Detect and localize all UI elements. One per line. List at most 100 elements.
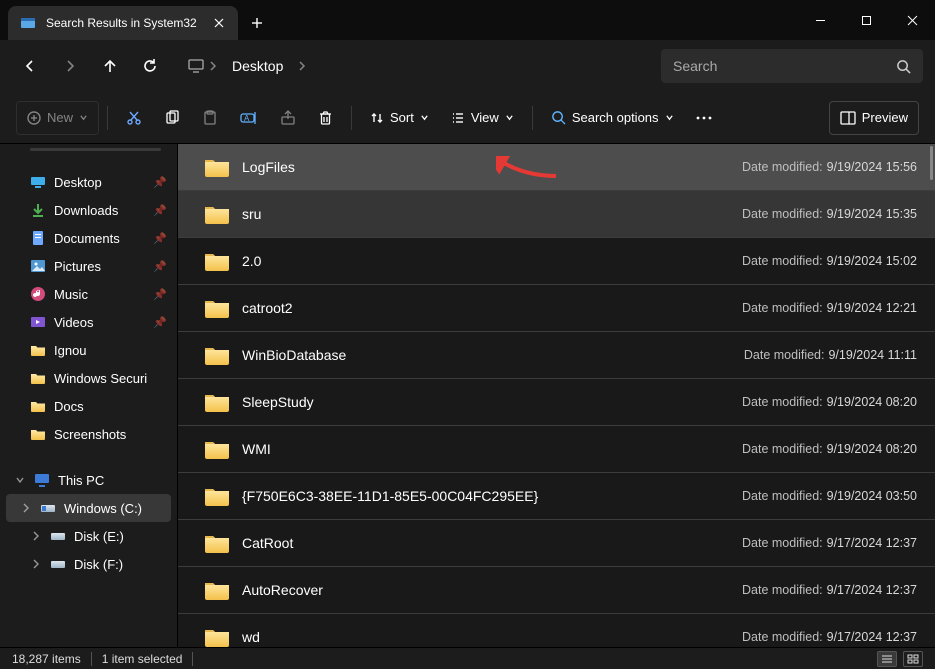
sidebar-item-downloads[interactable]: Downloads 📌	[0, 196, 177, 224]
downloads-icon	[30, 202, 46, 218]
chevron-right-icon[interactable]	[295, 61, 309, 71]
result-row[interactable]: LogFiles Date modified:9/19/2024 15:56	[178, 144, 935, 191]
status-bar: 18,287 items 1 item selected	[0, 647, 935, 669]
sidebar-item-music[interactable]: Music 📌	[0, 280, 177, 308]
delete-button[interactable]	[308, 101, 343, 135]
view-button[interactable]: View	[441, 101, 524, 135]
result-modified: Date modified:9/19/2024 15:02	[742, 254, 917, 268]
sidebar-item-videos[interactable]: Videos 📌	[0, 308, 177, 336]
preview-label: Preview	[862, 110, 908, 125]
new-button[interactable]: New	[16, 101, 99, 135]
result-row[interactable]: AutoRecover Date modified:9/17/2024 12:3…	[178, 567, 935, 614]
pin-icon: 📌	[153, 260, 167, 273]
tab-active[interactable]: Search Results in System32	[8, 6, 238, 40]
result-modified: Date modified:9/19/2024 15:56	[742, 160, 917, 174]
cut-button[interactable]	[116, 101, 152, 135]
sidebar-item-label: Docs	[54, 399, 84, 414]
separator	[107, 106, 108, 130]
result-row[interactable]: 2.0 Date modified:9/19/2024 15:02	[178, 238, 935, 285]
back-button[interactable]	[12, 48, 48, 84]
result-name: wd	[242, 629, 742, 645]
result-row[interactable]: catroot2 Date modified:9/19/2024 12:21	[178, 285, 935, 332]
sidebar-item-windows-c-[interactable]: Windows (C:)	[6, 494, 171, 522]
music-icon	[30, 286, 46, 302]
folder-icon	[204, 250, 230, 272]
more-button[interactable]	[686, 101, 722, 135]
preview-button[interactable]: Preview	[829, 101, 919, 135]
sidebar-item-documents[interactable]: Documents 📌	[0, 224, 177, 252]
sidebar-item-label: Desktop	[54, 175, 102, 190]
search-options-label: Search options	[572, 110, 659, 125]
search-options-button[interactable]: Search options	[541, 101, 684, 135]
sidebar-item-docs[interactable]: Docs	[0, 392, 177, 420]
chevron-right-icon[interactable]	[30, 559, 42, 569]
sidebar-item-label: Pictures	[54, 259, 101, 274]
copy-button[interactable]	[154, 101, 190, 135]
search-icon	[895, 58, 911, 74]
sidebar-item-label: Music	[54, 287, 88, 302]
sidebar-item-disk-f-[interactable]: Disk (F:)	[0, 550, 177, 578]
separator	[192, 652, 193, 666]
selection-count: 1 item selected	[102, 652, 183, 666]
up-button[interactable]	[92, 48, 128, 84]
view-label: View	[471, 110, 499, 125]
result-row[interactable]: {F750E6C3-38EE-11D1-85E5-00C04FC295EE} D…	[178, 473, 935, 520]
result-row[interactable]: SleepStudy Date modified:9/19/2024 08:20	[178, 379, 935, 426]
sidebar-item-ignou[interactable]: Ignou	[0, 336, 177, 364]
sort-label: Sort	[390, 110, 414, 125]
sort-button[interactable]: Sort	[360, 101, 439, 135]
result-row[interactable]: wd Date modified:9/17/2024 12:37	[178, 614, 935, 647]
result-modified: Date modified:9/17/2024 12:37	[742, 583, 917, 597]
rename-button[interactable]: A	[230, 101, 268, 135]
result-modified: Date modified:9/19/2024 03:50	[742, 489, 917, 503]
title-bar: Search Results in System32	[0, 0, 935, 40]
result-row[interactable]: sru Date modified:9/19/2024 15:35	[178, 191, 935, 238]
close-window-button[interactable]	[889, 0, 935, 40]
details-view-button[interactable]	[877, 651, 897, 667]
breadcrumb-item[interactable]: Desktop	[222, 54, 293, 78]
pin-icon: 📌	[153, 316, 167, 329]
close-tab-button[interactable]	[212, 16, 226, 30]
chevron-right-icon[interactable]	[206, 61, 220, 71]
explorer-icon	[20, 15, 36, 31]
chevron-right-icon[interactable]	[20, 503, 32, 513]
sidebar-item-this-pc[interactable]: This PC	[0, 466, 177, 494]
chevron-down-icon[interactable]	[14, 475, 26, 485]
folder-icon	[204, 438, 230, 460]
chevron-right-icon[interactable]	[30, 531, 42, 541]
forward-button[interactable]	[52, 48, 88, 84]
results-pane[interactable]: LogFiles Date modified:9/19/2024 15:56 s…	[178, 144, 935, 647]
folder-icon	[30, 426, 46, 442]
new-tab-button[interactable]	[238, 6, 276, 40]
sidebar-item-screenshots[interactable]: Screenshots	[0, 420, 177, 448]
result-name: catroot2	[242, 300, 742, 316]
folder-icon	[204, 297, 230, 319]
folder-icon	[204, 156, 230, 178]
share-button[interactable]	[270, 101, 306, 135]
result-row[interactable]: WinBioDatabase Date modified:9/19/2024 1…	[178, 332, 935, 379]
sidebar-item-label: Disk (E:)	[74, 529, 124, 544]
maximize-button[interactable]	[843, 0, 889, 40]
paste-button[interactable]	[192, 101, 228, 135]
sidebar-item-pictures[interactable]: Pictures 📌	[0, 252, 177, 280]
navigation-pane[interactable]: Desktop 📌 Downloads 📌 Documents 📌 Pictur…	[0, 144, 178, 647]
sidebar-item-desktop[interactable]: Desktop 📌	[0, 168, 177, 196]
result-modified: Date modified:9/17/2024 12:37	[742, 630, 917, 644]
refresh-button[interactable]	[132, 48, 168, 84]
result-modified: Date modified:9/19/2024 08:20	[742, 395, 917, 409]
pictures-icon	[30, 258, 46, 274]
result-row[interactable]: CatRoot Date modified:9/17/2024 12:37	[178, 520, 935, 567]
folder-icon	[204, 344, 230, 366]
breadcrumb[interactable]: Desktop	[180, 49, 649, 83]
result-row[interactable]: WMI Date modified:9/19/2024 08:20	[178, 426, 935, 473]
svg-text:A: A	[244, 114, 250, 123]
minimize-button[interactable]	[797, 0, 843, 40]
search-box[interactable]	[661, 49, 923, 83]
result-name: {F750E6C3-38EE-11D1-85E5-00C04FC295EE}	[242, 488, 742, 504]
scrollbar[interactable]	[930, 146, 933, 180]
sidebar-item-label: Windows (C:)	[64, 501, 142, 516]
thumbnails-view-button[interactable]	[903, 651, 923, 667]
search-input[interactable]	[673, 58, 895, 74]
sidebar-item-disk-e-[interactable]: Disk (E:)	[0, 522, 177, 550]
sidebar-item-windows-securi[interactable]: Windows Securi	[0, 364, 177, 392]
